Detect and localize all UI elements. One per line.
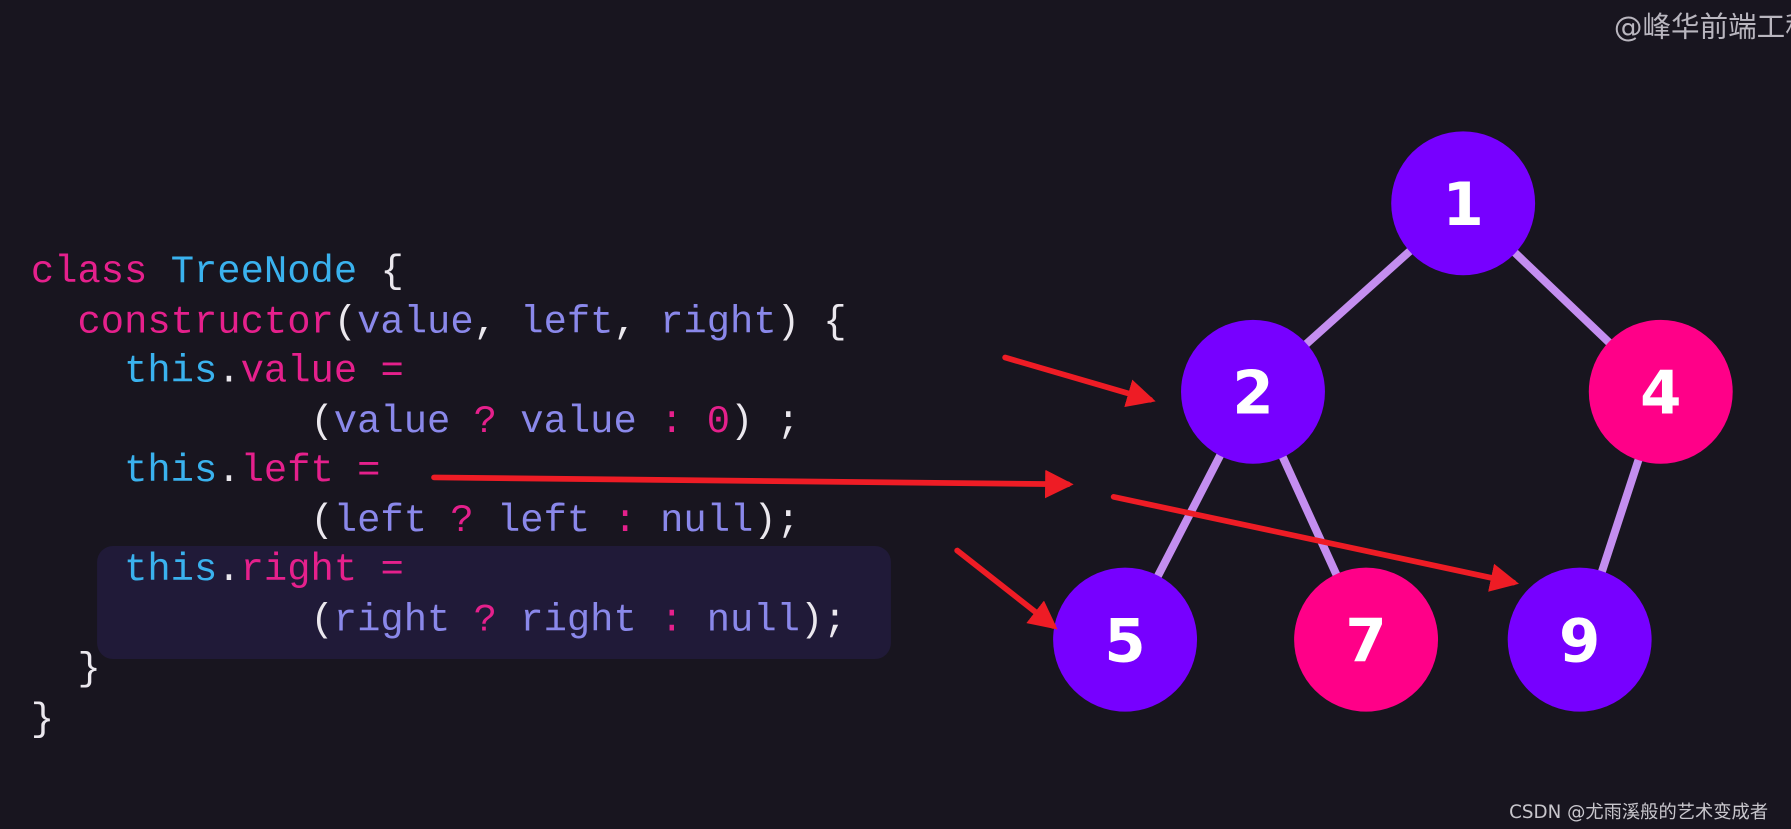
node-label: 7 [1345, 607, 1386, 676]
watermark-bottom: CSDN @尤雨溪般的艺术变成者 [1509, 800, 1769, 823]
red-arrow-to-gap-between-2-and-4 [431, 469, 1074, 499]
tree-node-9: 9 [1507, 567, 1652, 712]
node-label: 1 [1442, 171, 1483, 240]
node-label: 5 [1104, 607, 1145, 676]
binary-tree-diagram: 1 2 4 5 7 9 [431, 131, 1733, 712]
red-arrow-to-2 [1002, 354, 1156, 408]
node-label: 9 [1559, 607, 1600, 676]
tree-node-5: 5 [1053, 567, 1198, 712]
tree-node-1: 1 [1391, 131, 1536, 276]
slide: @峰华前端工程 class TreeNode { constructor(val… [0, 0, 1791, 829]
node-label: 4 [1640, 359, 1681, 428]
tree-node-7: 7 [1294, 567, 1439, 712]
node-label: 2 [1232, 359, 1273, 428]
tree-node-2: 2 [1181, 319, 1325, 464]
tree-node-4: 4 [1588, 319, 1733, 464]
red-arrow-to-5 [954, 547, 1058, 630]
